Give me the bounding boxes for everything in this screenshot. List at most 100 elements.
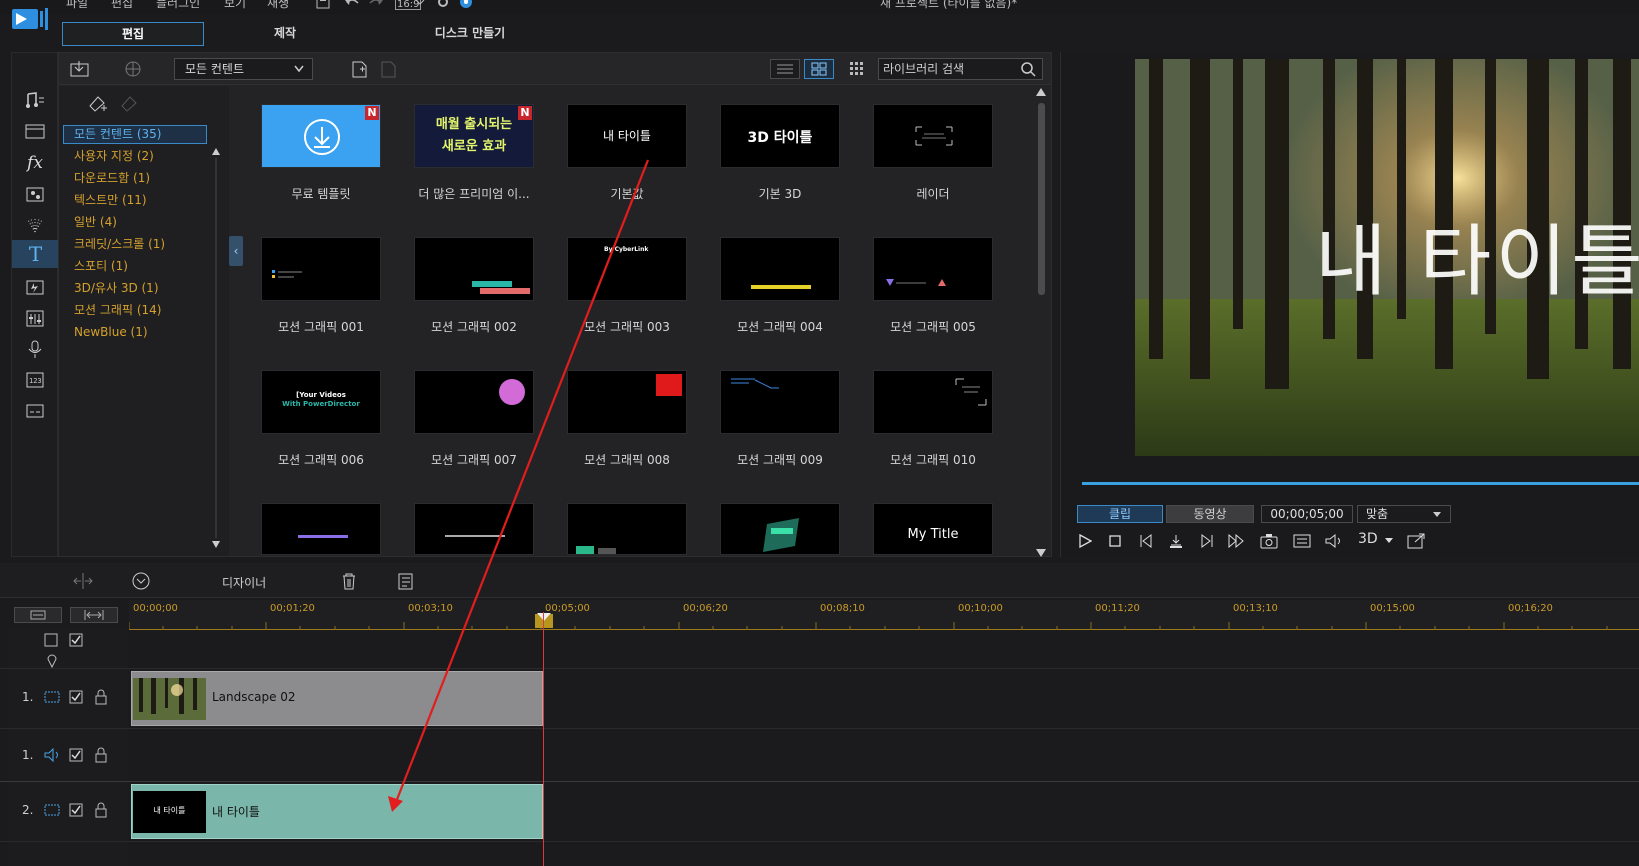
next-frame-icon[interactable] xyxy=(1196,531,1218,551)
thumbnail-motion-002[interactable] xyxy=(414,237,534,301)
chapter-room-icon[interactable]: 123 xyxy=(21,368,49,392)
track-manager-button[interactable] xyxy=(14,607,62,623)
thumbnail-motion-004[interactable] xyxy=(720,237,840,301)
thumbnail-motion-003[interactable]: By CyberLink xyxy=(567,237,687,301)
import-icon[interactable] xyxy=(70,60,90,78)
category-newblue[interactable]: NewBlue (1) xyxy=(63,323,148,342)
thumbnail-free-templates[interactable]: N xyxy=(261,104,381,168)
tab-disc[interactable]: 디스크 만들기 xyxy=(380,22,560,46)
thumbnail-default[interactable]: 내 타이틀 xyxy=(567,104,687,168)
clip-mode-button[interactable]: 클립 xyxy=(1077,505,1163,523)
thumbnail-radar[interactable] xyxy=(873,104,993,168)
template-room-icon[interactable] xyxy=(21,119,49,143)
track-enable-checkbox[interactable] xyxy=(69,803,83,817)
timeline-ruler[interactable]: 00;00;00 00;01;20 00;03;10 00;05;00 00;0… xyxy=(129,600,1639,630)
zoom-fit-dropdown[interactable]: 맞춤 xyxy=(1357,505,1451,523)
remove-tag-icon[interactable] xyxy=(118,94,140,116)
thumbnail-default-3d[interactable]: 3D 타이틀 xyxy=(720,104,840,168)
transition-room-icon[interactable] xyxy=(21,275,49,299)
thumbnail-motion-012[interactable] xyxy=(414,503,534,555)
thumbnail-motion-009[interactable] xyxy=(720,370,840,434)
category-scrollbar[interactable] xyxy=(212,148,220,548)
track-enable-checkbox[interactable] xyxy=(69,748,83,762)
category-general[interactable]: 일반 (4) xyxy=(63,213,117,232)
media-room-icon[interactable] xyxy=(21,89,49,113)
fast-forward-icon[interactable] xyxy=(1226,531,1248,551)
save-icon[interactable] xyxy=(316,0,332,11)
thumbnail-motion-008[interactable] xyxy=(567,370,687,434)
library-scroll-thumb[interactable] xyxy=(1038,103,1045,295)
lock-icon[interactable] xyxy=(94,747,108,763)
undock-preview-icon[interactable] xyxy=(1405,531,1427,551)
thumbnail-motion-001[interactable] xyxy=(261,237,381,301)
thumbnail-motion-006[interactable]: [Your Videos With PowerDirector xyxy=(261,370,381,434)
playback-progress-bar[interactable] xyxy=(1082,482,1639,485)
thumbnail-premium[interactable]: 매월 출시되는 새로운 효과 N xyxy=(414,104,534,168)
thumbnail-motion-011[interactable] xyxy=(261,503,381,555)
notification-icon[interactable] xyxy=(459,0,475,11)
menu-playback[interactable]: 재생 xyxy=(267,0,289,11)
split-icon[interactable] xyxy=(72,572,94,590)
snapshot-icon[interactable] xyxy=(1258,531,1280,551)
fx-room-icon[interactable]: fx xyxy=(21,151,49,175)
voice-over-icon[interactable] xyxy=(21,337,49,361)
category-motion-graphics[interactable]: 모션 그래픽 (14) xyxy=(63,301,161,320)
grid-size-icon[interactable] xyxy=(849,61,865,77)
modify-template-icon[interactable] xyxy=(379,60,397,78)
library-search-input[interactable]: 라이브러리 검색 xyxy=(878,58,1043,80)
thumbnail-view-button[interactable] xyxy=(804,59,834,79)
tab-produce[interactable]: 제작 xyxy=(220,22,350,46)
fast-frame-icon[interactable] xyxy=(1165,531,1187,551)
category-text-only[interactable]: 텍스트만 (11) xyxy=(63,191,147,210)
fit-timeline-button[interactable] xyxy=(70,607,118,623)
thumbnail-motion-007[interactable] xyxy=(414,370,534,434)
particle-room-icon[interactable] xyxy=(21,213,49,237)
menu-file[interactable]: 파일 xyxy=(66,0,88,11)
details-view-button[interactable] xyxy=(770,59,800,79)
previous-frame-icon[interactable] xyxy=(1135,531,1157,551)
category-sporty[interactable]: 스포티 (1) xyxy=(63,257,128,276)
subtitle-toggle-icon[interactable] xyxy=(1291,531,1313,551)
redo-icon[interactable] xyxy=(368,0,384,11)
stop-icon[interactable] xyxy=(1104,531,1126,551)
undo-icon[interactable] xyxy=(344,0,360,11)
timecode-display[interactable]: 00;00;05;00 xyxy=(1261,505,1353,523)
tools-dropdown-icon[interactable] xyxy=(132,572,150,590)
menu-edit[interactable]: 편집 xyxy=(111,0,133,11)
track-enable-checkbox[interactable] xyxy=(69,690,83,704)
lock-icon[interactable] xyxy=(94,802,108,818)
playhead-line[interactable] xyxy=(543,612,544,866)
audio-mixing-icon[interactable] xyxy=(21,306,49,330)
tab-edit[interactable]: 편집 xyxy=(62,22,204,46)
subtitle-room-icon[interactable] xyxy=(21,399,49,423)
thumbnail-motion-010[interactable] xyxy=(873,370,993,434)
playhead-marker-icon[interactable] xyxy=(536,612,552,622)
menu-plugins[interactable]: 플러그인 xyxy=(156,0,200,11)
thumbnail-motion-013[interactable] xyxy=(567,503,687,555)
thumbnail-motion-014[interactable] xyxy=(720,503,840,555)
more-features-icon[interactable] xyxy=(396,572,414,590)
designer-button[interactable]: 디자이너 xyxy=(222,574,266,591)
category-credits[interactable]: 크레딧/스크롤 (1) xyxy=(63,235,165,254)
title-clip[interactable]: 내 타이틀 내 타이틀 xyxy=(131,784,543,839)
thumbnail-my-title[interactable]: My Title xyxy=(873,503,993,555)
category-3d[interactable]: 3D/유사 3D (1) xyxy=(63,279,159,298)
movie-mode-button[interactable]: 동영상 xyxy=(1166,505,1254,523)
pip-room-icon[interactable] xyxy=(21,182,49,206)
thumbnail-motion-005[interactable] xyxy=(873,237,993,301)
search-icon[interactable] xyxy=(1021,62,1036,77)
download-content-icon[interactable] xyxy=(124,60,142,78)
content-filter-dropdown[interactable]: 모든 컨텐트 xyxy=(174,58,313,80)
gear-icon[interactable] xyxy=(436,0,452,11)
chevron-down-icon[interactable] xyxy=(415,0,431,11)
video-clip[interactable]: Landscape 02 xyxy=(131,671,543,726)
play-icon[interactable] xyxy=(1074,531,1096,551)
category-downloaded[interactable]: 다운로드함 (1) xyxy=(63,169,150,188)
category-all[interactable]: 모든 컨텐트 (35) xyxy=(63,125,207,144)
title-room-icon[interactable]: T xyxy=(12,240,59,268)
add-tag-icon[interactable] xyxy=(86,94,108,116)
category-custom[interactable]: 사용자 지정 (2) xyxy=(63,147,154,166)
chevron-down-icon[interactable] xyxy=(1384,537,1394,545)
new-title-icon[interactable] xyxy=(350,60,368,78)
delete-icon[interactable] xyxy=(341,572,357,590)
